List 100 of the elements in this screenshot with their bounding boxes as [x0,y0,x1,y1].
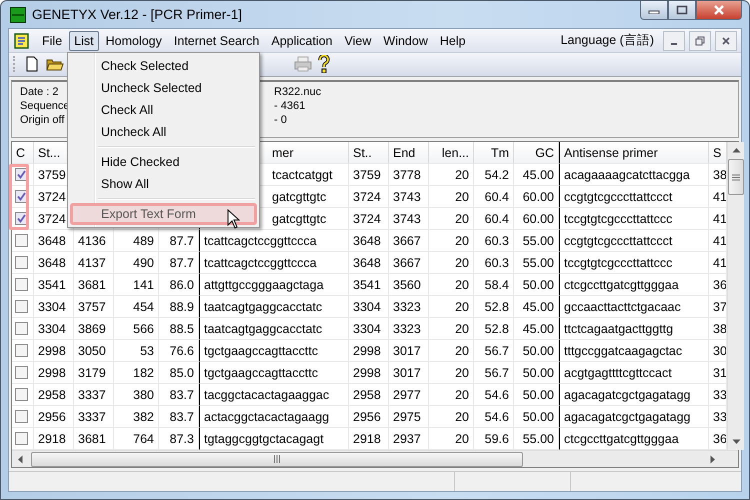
checkbox[interactable] [15,344,28,358]
table-cell: 45.00 [522,300,554,314]
table-cell: 3648 [353,234,381,248]
minimize-button[interactable] [640,1,668,20]
table-cell: 3681 [78,432,106,446]
info-value: - 0 [274,114,288,126]
menu-item[interactable]: View [340,30,376,50]
horizontal-scrollbar[interactable] [12,450,738,468]
table-cell: 4136 [78,234,106,248]
table-cell: 33 [713,388,726,402]
table-cell: 20 [455,168,469,182]
table-cell: 88.9 [170,300,194,314]
language-menu[interactable]: Language (言語) [556,29,659,52]
column-header[interactable]: mer [272,146,294,160]
table-cell: 54.6 [484,388,509,402]
checkbox[interactable] [15,234,28,248]
table-cell: 566 [133,322,154,336]
mouse-cursor-icon [227,209,240,229]
table-cell: 2937 [393,432,421,446]
table-cell: tacggctacactagaaggac [204,388,330,402]
info-value: R322.nuc [274,86,322,98]
scroll-right-icon[interactable] [710,454,716,464]
table-cell: 3304 [38,322,66,336]
menu-option[interactable]: Uncheck All [70,121,257,143]
close-button[interactable] [696,1,742,20]
checkbox[interactable] [15,410,28,424]
menu-item[interactable]: File [37,30,68,50]
info-label: Origin off [20,114,66,126]
menu-item[interactable]: List [69,30,99,50]
menu-item[interactable]: Application [266,30,338,50]
maximize-button[interactable] [668,1,696,20]
menu-item[interactable]: Homology [100,30,167,50]
checkbox[interactable] [15,278,28,292]
table-cell: gccaacttacttctgacaac [564,300,681,314]
checkbox[interactable] [15,366,28,380]
menu-option[interactable]: Show All [70,173,257,195]
table-cell: 86.0 [170,278,194,292]
table-cell: 20 [455,190,469,204]
table-cell: agacagatcgctgagatagg [564,388,690,402]
table-cell: 20 [455,256,469,270]
table-cell: 2977 [393,388,421,402]
checkbox[interactable] [15,300,28,314]
table-cell: gatcgttgtc [272,212,326,226]
table-cell: 3648 [353,256,381,270]
table-cell: 50.00 [522,410,554,424]
checkbox[interactable] [15,212,28,226]
table-cell: 60.4 [484,212,509,226]
table-cell: 182 [133,366,154,380]
table-cell: tttgccggatcaagagctac [564,344,682,358]
menu-item[interactable]: Window [378,30,433,50]
table-cell: 59.6 [484,432,509,446]
table-cell: 2998 [353,344,381,358]
table-cell: 2958 [38,388,66,402]
table-cell: tgtaggcggtgctacagagt [204,432,324,446]
scroll-up-icon[interactable] [732,147,740,154]
child-restore-button[interactable] [689,30,711,50]
minimize-icon [671,42,677,44]
table-cell: 60.00 [522,190,554,204]
scroll-thumb[interactable] [31,452,523,467]
scroll-down-icon[interactable] [732,439,740,446]
table-cell: 50.00 [522,388,554,402]
new-file-icon[interactable] [24,56,40,72]
menu-option[interactable]: Export Text Form [70,203,257,225]
checkbox[interactable] [15,168,28,182]
table-cell: 20 [455,344,469,358]
table-cell: 2918 [353,432,381,446]
table-cell: 50.00 [522,366,554,380]
menu-option[interactable]: Hide Checked [70,151,257,173]
table-cell: 454 [133,300,154,314]
table-cell: 41 [713,234,726,248]
scroll-left-icon[interactable] [17,454,23,464]
table-cell: 60.00 [522,212,554,226]
table-cell: tccgtgtcgcccttattccc [564,256,672,270]
table-cell: 20 [455,212,469,226]
checkbox[interactable] [15,256,28,270]
table-cell: actacggctacactagaagg [204,410,330,424]
menu-option[interactable]: Check All [70,99,257,121]
close-icon [712,5,726,15]
menu-item[interactable]: Internet Search [168,30,264,50]
checkbox[interactable] [15,190,28,204]
table-cell: 3869 [78,322,106,336]
help-icon[interactable] [318,55,330,74]
table-cell: 3759 [353,168,381,182]
vertical-scrollbar[interactable] [727,142,744,450]
table-cell: 2998 [38,344,66,358]
child-minimize-button[interactable] [663,30,685,50]
table-cell: 2956 [353,410,381,424]
table-cell: 3017 [393,344,421,358]
child-close-button[interactable] [715,30,737,50]
menu-item[interactable]: Help [434,30,471,50]
scroll-thumb[interactable] [728,159,744,196]
checkbox[interactable] [15,388,28,402]
checkbox[interactable] [15,322,28,336]
table-cell: acgtgagttttcgttccact [564,366,672,380]
table-cell: 45.00 [522,322,554,336]
table-cell: 88.5 [170,322,194,336]
menu-option[interactable]: Uncheck Selected [70,77,257,99]
document-icon[interactable] [13,32,31,50]
checkbox[interactable] [15,432,28,446]
table-cell: 2958 [353,388,381,402]
